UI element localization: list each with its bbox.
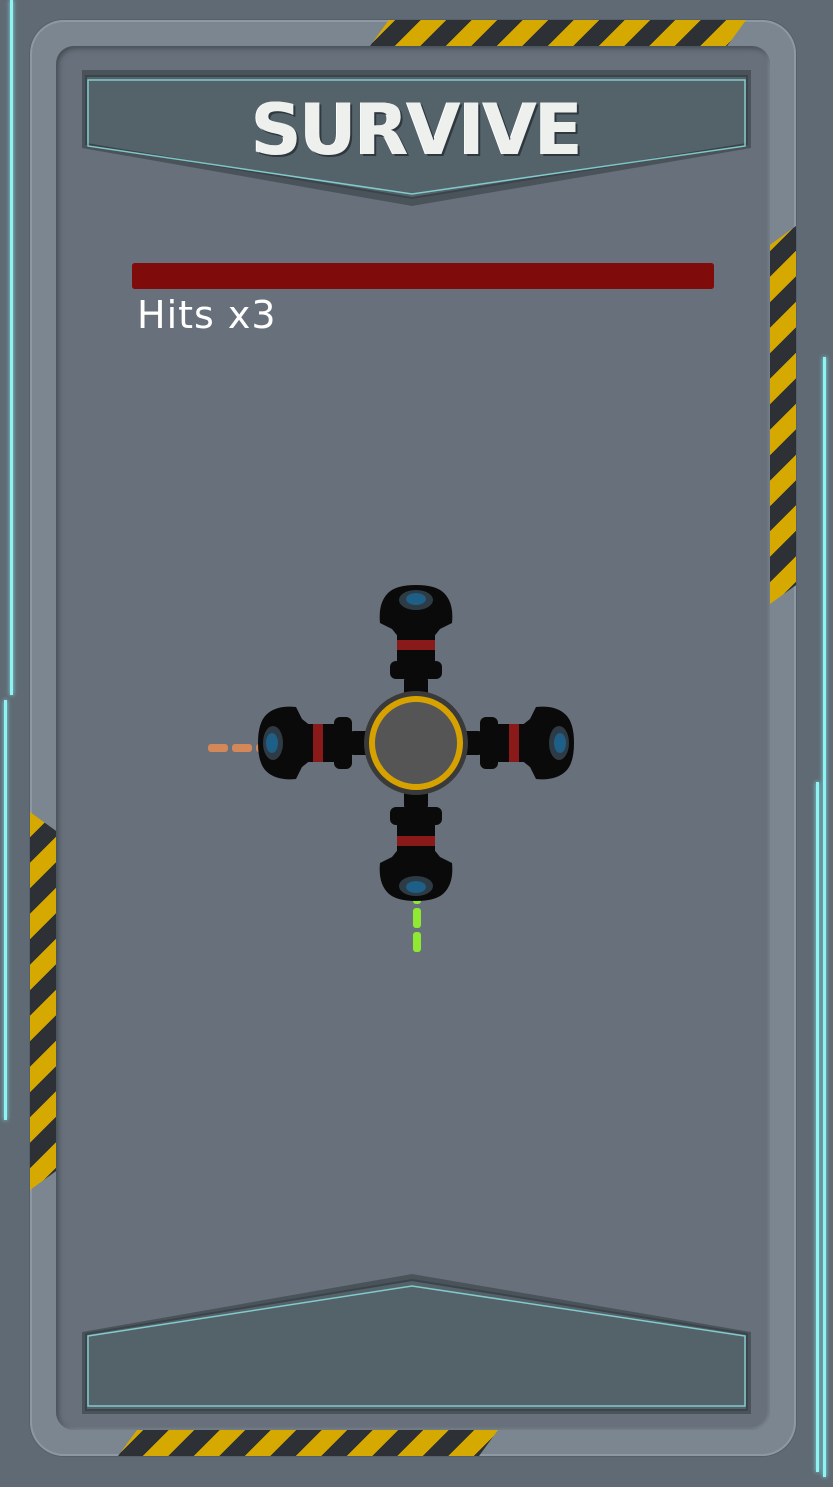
hazard-stripe-left xyxy=(30,812,56,1190)
health-bar xyxy=(132,263,714,289)
turret-arm-up xyxy=(379,585,453,701)
neon-line-right-upper xyxy=(823,357,826,1477)
turret-arm-right xyxy=(458,706,574,780)
neon-line-left-upper xyxy=(10,0,13,695)
turret-arm-down xyxy=(379,785,453,901)
player-turret[interactable] xyxy=(256,583,576,903)
bottom-banner xyxy=(82,1274,751,1414)
hazard-stripe-bottom xyxy=(118,1430,498,1456)
hits-counter: Hits x3 xyxy=(137,293,277,337)
neon-line-right-lower xyxy=(816,782,819,1472)
hazard-stripe-right xyxy=(770,226,796,604)
health-bar-fill xyxy=(132,263,714,289)
neon-line-left-lower xyxy=(4,700,7,1120)
page-title: SURVIVE xyxy=(251,89,582,171)
hazard-stripe-top xyxy=(370,20,746,46)
turret-arm-left xyxy=(258,706,374,780)
turret-core-ring xyxy=(369,696,463,790)
